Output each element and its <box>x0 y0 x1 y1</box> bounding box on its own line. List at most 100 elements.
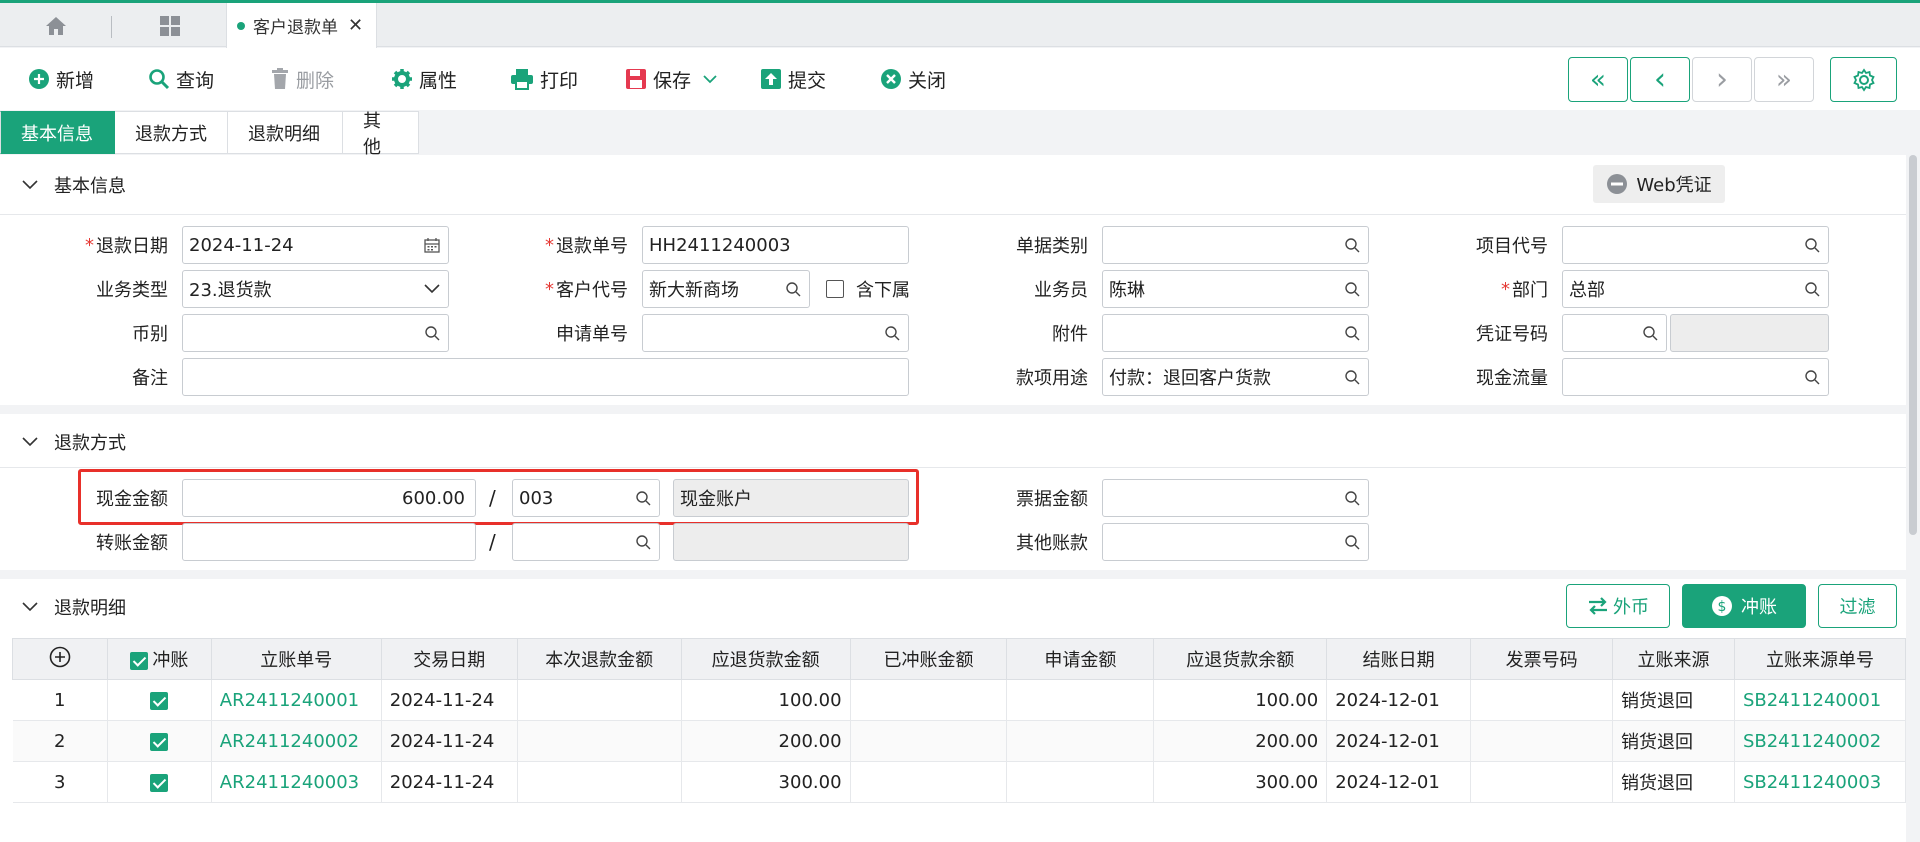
this-refund-cell[interactable] <box>517 679 682 721</box>
row-checkbox[interactable] <box>150 773 169 792</box>
ar-no-link[interactable]: AR2411240001 <box>211 679 382 721</box>
query-button[interactable]: 查询 <box>148 64 214 94</box>
refund-date-field[interactable]: 2024-11-24 <box>182 226 449 264</box>
close-button[interactable]: 关闭 <box>880 64 946 94</box>
properties-button[interactable]: 属性 <box>391 64 457 94</box>
table-row[interactable]: 3 AR2411240003 2024-11-24 300.00 300.00 … <box>12 761 1907 803</box>
web-voucher-button[interactable]: Web凭证 <box>1593 165 1725 203</box>
search-icon[interactable] <box>633 532 653 552</box>
search-icon[interactable] <box>1802 367 1822 387</box>
chevron-down-icon[interactable] <box>703 74 717 84</box>
print-button[interactable]: 打印 <box>510 64 578 94</box>
search-icon[interactable] <box>1802 235 1822 255</box>
home-icon[interactable] <box>38 13 74 39</box>
close-tab-icon[interactable]: ✕ <box>348 15 363 36</box>
this-refund-cell[interactable] <box>517 761 682 803</box>
ar-no-link[interactable]: AR2411240002 <box>211 720 382 762</box>
filter-button[interactable]: 过滤 <box>1818 584 1897 628</box>
save-button[interactable]: 保存 <box>625 64 723 94</box>
search-icon[interactable] <box>882 323 902 343</box>
add-row-header[interactable] <box>12 638 108 680</box>
col-due-amount[interactable]: 应退货款金额 <box>680 638 851 680</box>
search-icon[interactable] <box>1342 488 1362 508</box>
tab-basic-info[interactable]: 基本信息 <box>0 111 115 154</box>
attachment-field[interactable] <box>1102 314 1369 352</box>
document-tab[interactable]: 客户退款单 ✕ <box>226 3 377 48</box>
source-no-link[interactable]: SB2411240003 <box>1734 761 1907 803</box>
tab-refund-method[interactable]: 退款方式 <box>115 111 228 154</box>
prev-record-button[interactable]: ‹ <box>1630 57 1690 102</box>
col-balance[interactable]: 应退货款余额 <box>1153 638 1328 680</box>
vertical-scrollbar[interactable] <box>1906 155 1920 842</box>
other-account-field[interactable] <box>1102 523 1369 561</box>
row-checkbox[interactable] <box>150 732 169 751</box>
chevron-down-icon[interactable] <box>22 180 38 190</box>
search-icon[interactable] <box>1802 279 1822 299</box>
table-row[interactable]: 1 AR2411240001 2024-11-24 100.00 100.00 … <box>12 679 1907 721</box>
apply-no-field[interactable] <box>642 314 909 352</box>
refund-method-header[interactable]: 退款方式 <box>0 418 1906 466</box>
search-icon[interactable] <box>1342 323 1362 343</box>
row-checkbox-cell[interactable] <box>107 761 212 803</box>
search-icon[interactable] <box>1342 532 1362 552</box>
col-source[interactable]: 立账来源 <box>1612 638 1735 680</box>
col-offset-amount[interactable]: 已冲账金额 <box>849 638 1008 680</box>
dept-field[interactable]: 总部 <box>1562 270 1829 308</box>
col-apply-amount[interactable]: 申请金额 <box>1006 638 1155 680</box>
biz-type-select[interactable]: 23.退货款 <box>182 270 449 308</box>
foreign-currency-button[interactable]: 外币 <box>1566 584 1670 628</box>
apps-grid-icon[interactable] <box>152 13 188 39</box>
table-row[interactable]: 2 AR2411240002 2024-11-24 200.00 200.00 … <box>12 720 1907 762</box>
col-this-refund[interactable]: 本次退款金额 <box>516 638 682 680</box>
customer-code-field[interactable]: 新大新商场 <box>642 270 810 308</box>
search-icon[interactable] <box>783 279 803 299</box>
chevron-down-icon[interactable] <box>22 602 38 612</box>
transfer-amount-field[interactable] <box>182 523 476 561</box>
col-writeoff[interactable]: 冲账 <box>106 638 212 680</box>
transfer-account-code-field[interactable] <box>512 523 660 561</box>
row-checkbox-cell[interactable] <box>107 720 212 762</box>
search-icon[interactable] <box>1342 279 1362 299</box>
search-icon[interactable] <box>1640 323 1660 343</box>
col-invoice-no[interactable]: 发票号码 <box>1470 638 1614 680</box>
doc-type-field[interactable] <box>1102 226 1369 264</box>
row-checkbox[interactable] <box>150 691 169 710</box>
purpose-field[interactable]: 付款：退回客户货款 <box>1102 358 1369 396</box>
new-button[interactable]: 新增 <box>28 64 94 94</box>
search-icon[interactable] <box>1342 235 1362 255</box>
voucher-no-field[interactable] <box>1562 314 1667 352</box>
source-no-link[interactable]: SB2411240002 <box>1734 720 1907 762</box>
next-record-button[interactable]: › <box>1692 57 1752 102</box>
col-trade-date[interactable]: 交易日期 <box>380 638 518 680</box>
chevron-down-icon[interactable] <box>22 437 38 447</box>
last-record-button[interactable]: » <box>1754 57 1814 102</box>
search-icon[interactable] <box>422 323 442 343</box>
write-off-button[interactable]: $ 冲账 <box>1682 584 1806 628</box>
first-record-button[interactable]: « <box>1568 57 1628 102</box>
tab-other[interactable]: 其他 <box>343 111 419 158</box>
delete-button[interactable]: 删除 <box>270 64 334 94</box>
source-no-link[interactable]: SB2411240001 <box>1734 679 1907 721</box>
select-all-checkbox[interactable] <box>130 652 149 670</box>
col-source-no[interactable]: 立账来源单号 <box>1733 638 1907 680</box>
search-icon[interactable] <box>1342 367 1362 387</box>
ar-no-link[interactable]: AR2411240003 <box>211 761 382 803</box>
col-settle-date[interactable]: 结账日期 <box>1326 638 1472 680</box>
salesman-field[interactable]: 陈琳 <box>1102 270 1369 308</box>
calendar-icon[interactable] <box>422 235 442 255</box>
tab-refund-detail[interactable]: 退款明细 <box>228 111 343 154</box>
cashflow-field[interactable] <box>1562 358 1829 396</box>
refund-no-field[interactable]: HH2411240003 <box>642 226 909 264</box>
this-refund-cell[interactable] <box>517 720 682 762</box>
plus-circle-icon[interactable] <box>49 646 71 668</box>
col-ar-no[interactable]: 立账单号 <box>210 638 382 680</box>
project-code-field[interactable] <box>1562 226 1829 264</box>
scrollbar-thumb[interactable] <box>1909 155 1917 535</box>
checkbox-box[interactable] <box>826 280 844 298</box>
currency-field[interactable] <box>182 314 449 352</box>
settings-button[interactable] <box>1830 57 1897 102</box>
submit-button[interactable]: 提交 <box>760 64 826 94</box>
chevron-down-icon[interactable] <box>422 279 442 299</box>
remark-field[interactable] <box>182 358 909 396</box>
include-sub-checkbox[interactable]: 含下属 <box>826 270 910 308</box>
